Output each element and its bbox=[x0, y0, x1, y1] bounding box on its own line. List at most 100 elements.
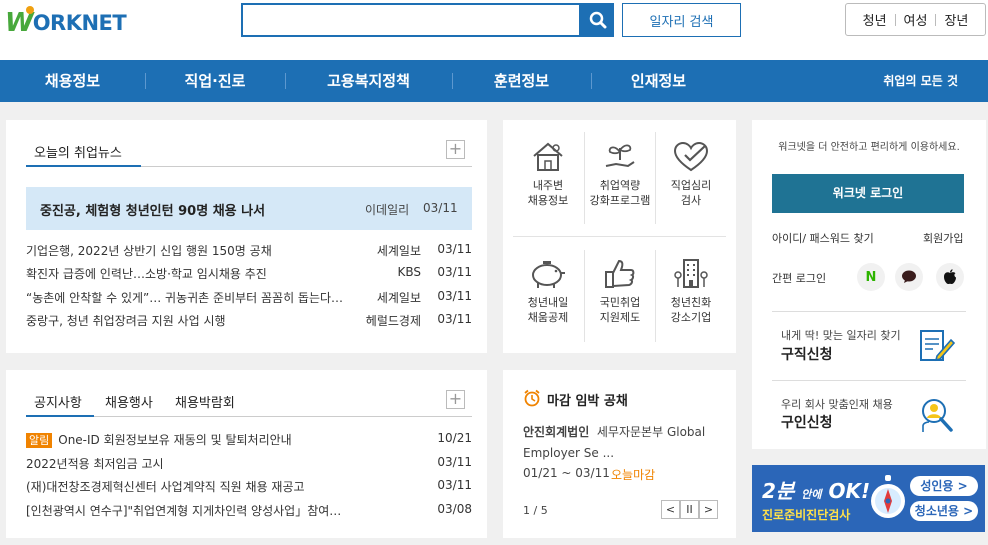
news-row[interactable]: 중랑구, 청년 취업장려금 지원 사업 시행 헤럴드경제 03/11 bbox=[26, 310, 472, 330]
tab-today-news[interactable]: 오늘의 취업뉴스 bbox=[34, 142, 122, 161]
login-button[interactable]: 워크넷 로그인 bbox=[772, 174, 964, 213]
nav-item-welfare[interactable]: 고용복지정책 bbox=[285, 60, 452, 102]
service-label: 채움공제 bbox=[527, 311, 569, 324]
service-national-employment[interactable]: 국민취업 지원제도 bbox=[585, 257, 655, 325]
job-seek-sub: 내게 딱! 맞는 일자리 찾기 bbox=[781, 329, 901, 342]
nav-item-jobs[interactable]: 채용정보 bbox=[0, 60, 145, 102]
banner-headline: 2분 안에 OK! bbox=[762, 475, 870, 504]
service-label: 채용정보 bbox=[527, 194, 569, 207]
banner-line1: 2분 bbox=[762, 479, 795, 503]
apple-login-button[interactable] bbox=[936, 263, 964, 291]
prev-button[interactable]: < bbox=[661, 500, 680, 519]
grid-divider bbox=[513, 236, 726, 237]
headline-date: 03/11 bbox=[423, 201, 458, 215]
tab-job-fair[interactable]: 채용박람회 bbox=[175, 392, 235, 411]
logo-text: ORKNET bbox=[32, 11, 127, 35]
next-button[interactable]: > bbox=[699, 500, 718, 519]
plant-hand-icon bbox=[605, 144, 635, 168]
find-id-password-link[interactable]: 아이디/ 패스워드 찾기 bbox=[772, 230, 874, 246]
notice-title: (재)대전창조경제혁신센터 사업계약직 직원 채용 재공고 bbox=[26, 480, 305, 494]
recruit-sub: 우리 회사 맞춤인재 채용 bbox=[781, 398, 893, 411]
service-psych-test[interactable]: 직업심리 검사 bbox=[656, 140, 726, 208]
search-button[interactable] bbox=[581, 3, 614, 37]
job-search-button[interactable]: 일자리 검색 bbox=[622, 3, 741, 37]
notice-badge: 알림 bbox=[26, 433, 53, 448]
notice-title: One-ID 회원정보보유 재동의 및 탈퇴처리안내 bbox=[58, 433, 292, 447]
search-icon bbox=[589, 11, 606, 29]
service-label: 국민취업 bbox=[599, 296, 641, 309]
notice-date: 03/11 bbox=[437, 478, 472, 492]
recruit-title: 구인신청 bbox=[781, 415, 833, 431]
notice-row[interactable]: 2022년적용 최저임금 고시 03/11 bbox=[26, 453, 472, 473]
application-form-icon bbox=[920, 330, 955, 362]
news-row[interactable]: 확진자 급증에 인력난…소방·학교 임시채용 추진 KBS 03/11 bbox=[26, 263, 472, 283]
news-title: 중랑구, 청년 취업장려금 지원 사업 시행 bbox=[26, 314, 226, 328]
compass-icon bbox=[871, 475, 905, 518]
notice-date: 10/21 bbox=[437, 431, 472, 445]
news-title: 확진자 급증에 인력난…소방·학교 임시채용 추진 bbox=[26, 267, 267, 281]
notice-row[interactable]: (재)대전창조경제혁신센터 사업계약직 직원 채용 재공고 03/11 bbox=[26, 476, 472, 496]
kakao-icon bbox=[902, 270, 916, 283]
tab-line bbox=[94, 416, 472, 417]
service-label: 지원제도 bbox=[599, 311, 641, 324]
notice-title: [인천광역시 연수구]"취업연계형 지게차인력 양성사업」참여… bbox=[26, 504, 342, 518]
deadline-job[interactable]: 안진회계법인 세무자문본부 Global Employer Se ... bbox=[523, 422, 719, 464]
heart-check-icon bbox=[673, 141, 709, 172]
news-more-button[interactable]: + bbox=[446, 140, 465, 159]
news-title: “농촌에 안착할 수 있게”… 귀농귀촌 준비부터 꼼꼼히 돕는다… bbox=[26, 291, 344, 305]
service-label: 검사 bbox=[680, 194, 702, 207]
news-panel: 오늘의 취업뉴스 + 중진공, 체험형 청년인턴 90명 채용 나서 이데일리 … bbox=[6, 120, 487, 353]
service-youth-savings[interactable]: 청년내일 채움공제 bbox=[513, 257, 583, 325]
career-test-banner[interactable]: 2분 안에 OK! 진로준비진단검사 성인용 > 청소년용 > bbox=[752, 465, 985, 532]
news-row[interactable]: 기업은행, 2022년 상반기 신입 행원 150명 공채 세계일보 03/11 bbox=[26, 240, 472, 260]
youth-test-button[interactable]: 청소년용 > bbox=[910, 501, 978, 521]
kakao-login-button[interactable] bbox=[895, 263, 923, 291]
link-middle-aged[interactable]: 장년 bbox=[944, 10, 968, 29]
nav-item-career[interactable]: 직업·진로 bbox=[145, 60, 285, 102]
notice-date: 03/08 bbox=[437, 502, 472, 516]
nav-item-training[interactable]: 훈련정보 bbox=[452, 60, 591, 102]
nav-all-link[interactable]: 취업의 모든 것 bbox=[883, 60, 958, 102]
service-capacity-program[interactable]: 취업역량 강화프로그램 bbox=[585, 140, 655, 208]
divider bbox=[935, 13, 937, 26]
notice-row[interactable]: 알림 One-ID 회원정보보유 재동의 및 탈퇴처리안내 10/21 bbox=[26, 429, 472, 449]
nav-item-talent[interactable]: 인재정보 bbox=[591, 60, 726, 102]
tab-notice[interactable]: 공지사항 bbox=[34, 392, 82, 411]
worknet-logo[interactable]: W ORKNET bbox=[5, 6, 127, 40]
headline-source: 이데일리 bbox=[365, 203, 410, 217]
alarm-clock-icon bbox=[524, 389, 540, 407]
tab-underline bbox=[26, 165, 141, 167]
service-label: 취업역량 bbox=[599, 179, 641, 192]
notice-date: 03/11 bbox=[437, 455, 472, 469]
news-row[interactable]: “농촌에 안착할 수 있게”… 귀농귀촌 준비부터 꼼꼼히 돕는다… 세계일보 … bbox=[26, 287, 472, 307]
banner-subtitle: 진로준비진단검사 bbox=[762, 508, 851, 522]
deadline-page: 1 / 5 bbox=[523, 504, 548, 517]
news-source: KBS bbox=[397, 265, 421, 279]
deadline-date: 01/21 ~ 03/11 bbox=[523, 466, 610, 480]
service-label: 내주변 bbox=[532, 179, 564, 192]
naver-icon: N bbox=[865, 269, 877, 285]
service-label: 청년친화 bbox=[670, 296, 712, 309]
divider bbox=[772, 380, 966, 381]
notice-row[interactable]: [인천광역시 연수구]"취업연계형 지게차인력 양성사업」참여… 03/08 bbox=[26, 500, 472, 520]
news-date: 03/11 bbox=[437, 312, 472, 326]
adult-test-button[interactable]: 성인용 > bbox=[910, 476, 978, 496]
tab-recruit-events[interactable]: 채용행사 bbox=[105, 392, 153, 411]
thumbs-up-icon bbox=[605, 259, 635, 288]
talent-search-icon bbox=[922, 399, 953, 432]
headline-news[interactable]: 중진공, 체험형 청년인턴 90명 채용 나서 이데일리 03/11 bbox=[26, 187, 472, 230]
logo-dot bbox=[26, 6, 34, 14]
search-input[interactable] bbox=[241, 3, 581, 37]
link-women[interactable]: 여성 bbox=[904, 10, 928, 29]
divider bbox=[772, 311, 966, 312]
join-link[interactable]: 회원가입 bbox=[923, 230, 963, 246]
deadline-company: 안진회계법인 bbox=[523, 425, 590, 439]
service-nearby-jobs[interactable]: 내주변 채용정보 bbox=[513, 140, 583, 208]
service-youth-friendly-smb[interactable]: 청년친화 강소기업 bbox=[656, 257, 726, 325]
naver-login-button[interactable]: N bbox=[857, 263, 885, 291]
link-youth[interactable]: 청년 bbox=[863, 10, 887, 29]
news-title: 기업은행, 2022년 상반기 신입 행원 150명 공채 bbox=[26, 244, 272, 258]
pause-button[interactable]: II bbox=[680, 500, 699, 519]
deadline-panel: 마감 임박 공채 안진회계법인 세무자문본부 Global Employer S… bbox=[503, 370, 736, 538]
notice-more-button[interactable]: + bbox=[446, 390, 465, 409]
